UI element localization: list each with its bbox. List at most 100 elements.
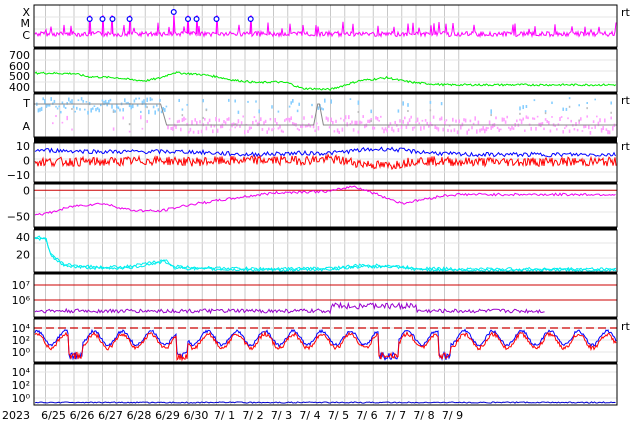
- state-a-mark: [330, 117, 332, 123]
- y-tick-label: T: [22, 97, 30, 110]
- state-a-mark: [252, 120, 254, 125]
- state-t-mark: [178, 98, 180, 102]
- state-t-mark: [58, 105, 60, 108]
- state-t-mark: [349, 98, 352, 100]
- state-a-mark: [591, 127, 593, 130]
- panel-separator: [34, 317, 617, 319]
- state-a-mark: [584, 125, 587, 128]
- state-t-mark: [146, 97, 148, 102]
- state-t-mark: [578, 104, 580, 107]
- state-gray-mark: [128, 123, 131, 126]
- state-t-mark: [237, 110, 240, 114]
- y-tick-label: A: [22, 120, 30, 133]
- panel-separator: [34, 137, 617, 143]
- state-a-mark: [269, 117, 272, 121]
- state-a-mark: [168, 117, 171, 120]
- state-t-mark: [181, 108, 184, 111]
- state-t-mark: [234, 99, 236, 103]
- state-a-mark: [410, 115, 412, 119]
- date-tick-label: 6/28: [127, 409, 152, 422]
- state-a-mark: [264, 119, 267, 123]
- state-gray-mark: [71, 108, 73, 111]
- state-a-mark: [535, 126, 537, 131]
- state-a-mark: [112, 127, 115, 131]
- state-a-mark: [512, 127, 515, 130]
- state-a-mark: [141, 127, 144, 130]
- state-a-mark: [485, 126, 488, 132]
- state-a-mark: [458, 119, 460, 124]
- state-a-mark: [402, 119, 404, 124]
- state-a-mark: [496, 126, 499, 129]
- state-gray-mark: [146, 106, 148, 109]
- state-a-mark: [562, 130, 564, 134]
- state-t-mark: [136, 104, 139, 107]
- state-a-mark: [277, 127, 280, 130]
- state-a-mark: [516, 119, 518, 123]
- state-a-mark: [351, 120, 353, 124]
- state-a-mark: [602, 126, 604, 130]
- state-t-mark: [69, 100, 72, 104]
- state-t-mark: [143, 99, 145, 104]
- state-a-mark: [444, 120, 446, 125]
- state-a-mark: [381, 127, 384, 130]
- state-t-mark: [525, 105, 528, 108]
- state-t-mark: [42, 97, 44, 101]
- state-gray-mark: [407, 110, 409, 113]
- state-a-mark: [466, 130, 468, 135]
- state-a-mark: [503, 117, 505, 122]
- state-t-mark: [114, 110, 116, 113]
- state-a-mark: [533, 117, 536, 120]
- state-a-mark: [570, 119, 572, 123]
- state-a-mark: [344, 115, 347, 120]
- state-gray-mark: [578, 119, 580, 122]
- state-a-mark: [341, 127, 344, 132]
- state-a-mark: [220, 125, 222, 129]
- state-a-mark: [335, 119, 337, 123]
- state-a-mark: [352, 128, 355, 132]
- state-a-mark: [338, 130, 340, 134]
- state-a-mark: [442, 127, 444, 132]
- state-gray-mark: [519, 112, 521, 115]
- state-a-mark: [469, 119, 472, 123]
- state-t-mark: [60, 110, 62, 114]
- state-t-mark: [148, 109, 150, 115]
- state-a-mark: [52, 122, 54, 125]
- state-t-mark: [298, 102, 300, 106]
- state-t-mark: [317, 106, 320, 110]
- state-a-mark: [272, 127, 275, 130]
- state-a-mark: [492, 123, 494, 129]
- y-tick-label: 10: [16, 140, 30, 153]
- right-marker: rt: [621, 6, 631, 19]
- state-a-mark: [389, 122, 392, 125]
- right-marker: rt: [621, 94, 631, 107]
- state-a-mark: [284, 119, 286, 122]
- state-t-mark: [151, 98, 153, 101]
- flare-marker: [126, 16, 133, 23]
- state-t-mark: [37, 108, 40, 113]
- state-a-mark: [506, 115, 508, 119]
- state-a-mark: [242, 115, 244, 118]
- state-a-mark: [391, 126, 393, 131]
- state-a-mark: [296, 127, 299, 130]
- state-t-mark: [154, 110, 156, 115]
- state-a-mark: [460, 125, 462, 130]
- state-a-mark: [480, 128, 483, 131]
- date-tick-label: 6/30: [184, 409, 209, 422]
- state-a-mark: [421, 119, 424, 122]
- state-a-mark: [544, 118, 547, 121]
- state-a-mark: [405, 125, 408, 129]
- state-a-mark: [532, 117, 534, 120]
- state-a-mark: [605, 128, 608, 131]
- bottom-series-line: [34, 401, 616, 404]
- state-a-mark: [263, 121, 265, 125]
- state-a-mark: [583, 125, 585, 129]
- state-a-mark: [191, 120, 193, 125]
- state-t-mark: [50, 97, 52, 101]
- state-t-mark: [324, 98, 326, 103]
- state-t-mark: [186, 103, 188, 106]
- state-a-mark: [316, 122, 318, 125]
- right-marker: rt: [621, 320, 631, 333]
- state-a-mark: [559, 117, 561, 122]
- state-a-mark: [378, 119, 380, 122]
- state-t-mark: [202, 99, 204, 103]
